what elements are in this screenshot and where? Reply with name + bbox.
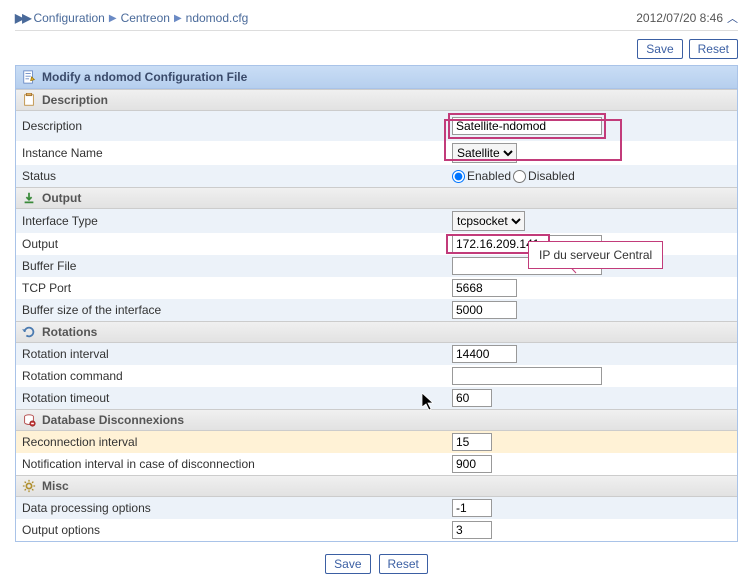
label-instance-name: Instance Name: [22, 146, 452, 160]
row-buffer-size: Buffer size of the interface: [16, 299, 737, 321]
row-rotation-command: Rotation command: [16, 365, 737, 387]
reset-button[interactable]: Reset: [689, 39, 738, 59]
callout-text: IP du serveur Central: [539, 248, 652, 262]
radio-disabled[interactable]: Disabled: [513, 169, 575, 183]
breadcrumb-item-configuration[interactable]: Configuration: [33, 11, 104, 25]
label-rotation-interval: Rotation interval: [22, 347, 452, 361]
input-notification-interval[interactable]: [452, 455, 492, 473]
toolbar-bottom: Save Reset: [15, 554, 738, 574]
callout-box: IP du serveur Central: [528, 241, 663, 269]
reset-button-bottom[interactable]: Reset: [379, 554, 428, 574]
label-interface-type: Interface Type: [22, 214, 452, 228]
label-reconnection-interval: Reconnection interval: [22, 435, 452, 449]
rotate-icon: [22, 325, 36, 339]
clipboard-icon: [22, 93, 36, 107]
section-rotations-label: Rotations: [42, 325, 97, 339]
label-status: Status: [22, 169, 452, 183]
chevron-right-icon: ▶: [109, 13, 117, 24]
input-rotation-interval[interactable]: [452, 345, 517, 363]
toolbar-top: Save Reset: [15, 39, 738, 59]
input-rotation-timeout[interactable]: [452, 389, 492, 407]
config-panel: Modify a ndomod Configuration File Descr…: [15, 65, 738, 542]
label-buffer-file: Buffer File: [22, 259, 452, 273]
label-description: Description: [22, 119, 452, 133]
section-rotations: Rotations: [16, 321, 737, 343]
breadcrumb-item-centreon[interactable]: Centreon: [121, 11, 170, 25]
download-icon: [22, 191, 36, 205]
section-misc: Misc: [16, 475, 737, 497]
label-tcp-port: TCP Port: [22, 281, 452, 295]
radio-enabled[interactable]: Enabled: [452, 169, 511, 183]
input-tcp-port[interactable]: [452, 279, 517, 297]
row-notification-interval: Notification interval in case of disconn…: [16, 453, 737, 475]
row-rotation-interval: Rotation interval: [16, 343, 737, 365]
section-database-label: Database Disconnexions: [42, 413, 184, 427]
breadcrumb-home-icon[interactable]: ▶▶: [15, 11, 29, 25]
database-disconnect-icon: [22, 413, 36, 427]
panel-title-text: Modify a ndomod Configuration File: [42, 70, 247, 84]
input-data-processing[interactable]: [452, 499, 492, 517]
row-output-options: Output options: [16, 519, 737, 541]
label-notification-interval: Notification interval in case of disconn…: [22, 457, 452, 471]
select-interface-type[interactable]: tcpsocket: [452, 211, 525, 231]
panel-title-bar: Modify a ndomod Configuration File: [16, 66, 737, 89]
row-rotation-timeout: Rotation timeout: [16, 387, 737, 409]
save-button[interactable]: Save: [637, 39, 682, 59]
label-data-processing: Data processing options: [22, 501, 452, 515]
row-status: Status Enabled Disabled: [16, 165, 737, 187]
input-buffer-size[interactable]: [452, 301, 517, 319]
breadcrumb-item-ndomod[interactable]: ndomod.cfg: [186, 11, 249, 25]
row-interface-type: Interface Type tcpsocket: [16, 209, 737, 233]
label-output: Output: [22, 237, 452, 251]
label-rotation-command: Rotation command: [22, 369, 452, 383]
row-reconnection-interval: Reconnection interval: [16, 431, 737, 453]
chevron-right-icon: ▶: [174, 13, 182, 24]
input-reconnection-interval[interactable]: [452, 433, 492, 451]
timestamp: 2012/07/20 8:46: [636, 11, 723, 25]
input-rotation-command[interactable]: [452, 367, 602, 385]
section-description-label: Description: [42, 93, 108, 107]
label-rotation-timeout: Rotation timeout: [22, 391, 452, 405]
section-database: Database Disconnexions: [16, 409, 737, 431]
label-buffer-size: Buffer size of the interface: [22, 303, 452, 317]
row-tcp-port: TCP Port: [16, 277, 737, 299]
collapse-up-icon[interactable]: ︿: [727, 10, 738, 26]
row-instance-name: Instance Name Satellite: [16, 141, 737, 165]
save-button-bottom[interactable]: Save: [325, 554, 370, 574]
highlight-box-instance: [444, 119, 622, 161]
section-output: Output: [16, 187, 737, 209]
row-description: Description: [16, 111, 737, 141]
input-output-options[interactable]: [452, 521, 492, 539]
breadcrumb: ▶▶ Configuration ▶ Centreon ▶ ndomod.cfg…: [15, 10, 738, 31]
file-edit-icon: [22, 70, 36, 84]
section-description: Description: [16, 89, 737, 111]
section-output-label: Output: [42, 191, 81, 205]
row-data-processing: Data processing options: [16, 497, 737, 519]
section-misc-label: Misc: [42, 479, 69, 493]
gear-icon: [22, 479, 36, 493]
